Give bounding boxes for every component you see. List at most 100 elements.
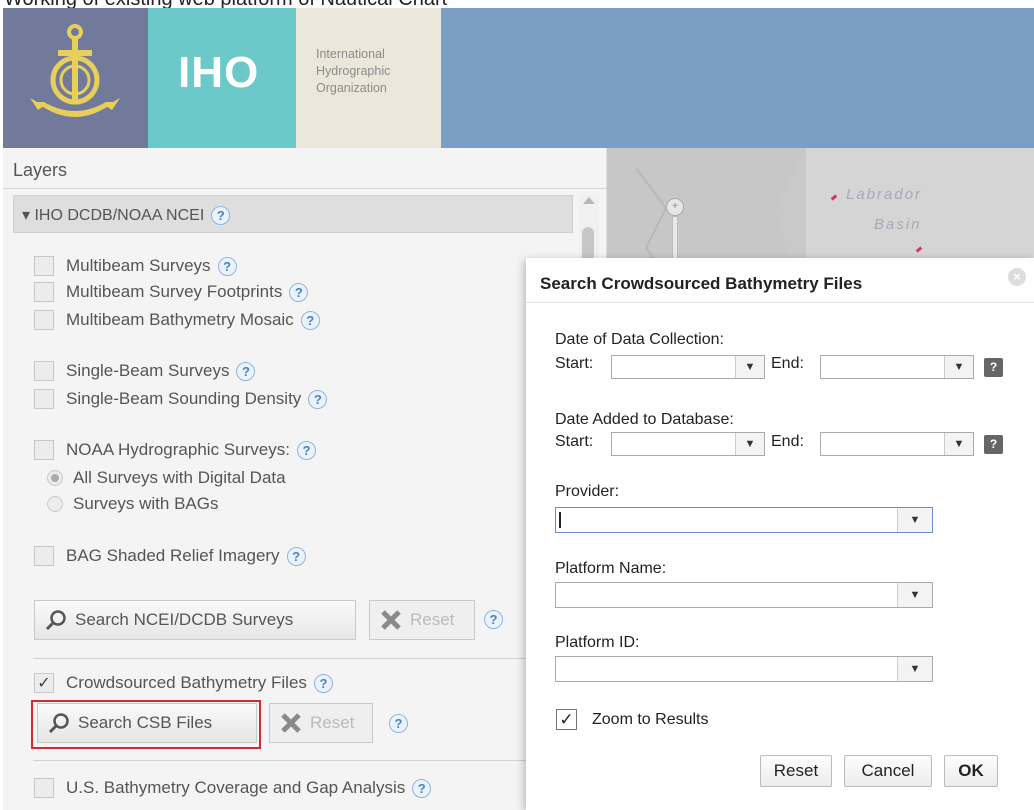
start-label: Start: (555, 355, 594, 372)
zoom-in-icon[interactable]: + (666, 198, 684, 216)
zoom-to-results-label: Zoom to Results (592, 711, 709, 728)
layer-label: Single-Beam Surveys (66, 361, 230, 380)
question-icon[interactable]: ? (984, 435, 1003, 454)
layer-row: BAG Shaded Relief Imagery ? (34, 546, 306, 566)
help-icon[interactable]: ? (300, 310, 320, 330)
date-collection-label: Date of Data Collection: (555, 331, 724, 348)
x-icon (380, 609, 402, 631)
map-track-marker (830, 194, 838, 201)
button-label: Reset (310, 713, 355, 732)
radio-surveys-bags[interactable] (47, 496, 63, 512)
divider (3, 188, 606, 189)
scroll-up-icon[interactable] (583, 197, 595, 204)
layer-row: Multibeam Bathymetry Mosaic ? (34, 310, 320, 330)
cancel-button[interactable]: Cancel (844, 755, 932, 787)
layer-label: NOAA Hydrographic Surveys: (66, 440, 290, 459)
help-icon[interactable]: ? (236, 361, 256, 381)
crowdsourced-checkbox[interactable]: ✓ (34, 673, 54, 693)
platform-id-label: Platform ID: (555, 634, 640, 651)
collection-start-date[interactable]: ▼ (611, 355, 765, 379)
provider-label: Provider: (555, 483, 620, 500)
x-icon (280, 712, 302, 734)
dialog-title: Search Crowdsourced Bathymetry Files (540, 274, 863, 293)
divider (33, 658, 573, 659)
layer-checkbox[interactable] (34, 256, 54, 276)
layer-label: Multibeam Surveys (66, 256, 211, 275)
search-csb-dialog: Search Crowdsourced Bathymetry Files × D… (526, 258, 1034, 810)
layer-label: Crowdsourced Bathymetry Files (66, 673, 307, 692)
help-icon[interactable]: ? (484, 610, 503, 629)
iho-brand: IHO (148, 8, 296, 148)
panel-title: Layers (13, 160, 68, 180)
help-icon[interactable]: ? (389, 714, 408, 733)
help-icon[interactable]: ? (211, 206, 231, 225)
platform-name-select[interactable]: ▼ (555, 582, 933, 608)
layer-checkbox[interactable] (34, 282, 54, 302)
ok-button[interactable]: OK (944, 755, 998, 787)
help-icon[interactable]: ? (308, 389, 328, 409)
help-wrap: ? (382, 714, 408, 733)
site-header: IHO International Hydrographic Organizat… (3, 8, 1034, 148)
collection-end-date[interactable]: ▼ (820, 355, 974, 379)
help-icon[interactable]: ? (313, 673, 333, 693)
dropdown-arrow-icon[interactable]: ▼ (735, 356, 764, 378)
platform-name-label: Platform Name: (555, 560, 667, 577)
start-label: Start: (555, 433, 594, 450)
layer-row: Multibeam Survey Footprints ? (34, 282, 309, 302)
org-name-line: Organization (316, 81, 387, 95)
layer-row: NOAA Hydrographic Surveys: ? (34, 440, 316, 460)
provider-select[interactable]: ▼ (555, 507, 933, 533)
date-added-label: Date Added to Database: (555, 411, 734, 428)
button-label: Reset (410, 610, 455, 629)
org-name-line: International (316, 47, 385, 61)
help-icon[interactable]: ? (412, 778, 432, 798)
divider (526, 302, 1034, 303)
map-label: Labrador (846, 186, 923, 203)
reset-button[interactable]: Reset (760, 755, 832, 787)
reset-ncei-button[interactable]: Reset (369, 600, 475, 640)
layer-checkbox[interactable] (34, 546, 54, 566)
zoom-to-results-checkbox[interactable]: ✓ (556, 709, 577, 730)
magnifier-icon (45, 609, 67, 631)
dropdown-arrow-icon[interactable]: ▼ (897, 657, 932, 681)
layer-checkbox[interactable] (34, 778, 54, 798)
group-title-text: ▾ IHO DCDB/NOAA NCEI (22, 207, 205, 224)
dropdown-arrow-icon[interactable]: ▼ (897, 583, 932, 607)
iho-logo[interactable] (3, 8, 148, 148)
dropdown-arrow-icon[interactable]: ▼ (897, 508, 932, 532)
group-title: ▾ IHO DCDB/NOAA NCEI? (22, 205, 231, 225)
layer-label: BAG Shaded Relief Imagery (66, 546, 280, 565)
layer-label: U.S. Bathymetry Coverage and Gap Analysi… (66, 778, 406, 797)
layer-row: Single-Beam Sounding Density ? (34, 389, 328, 409)
anchor-emblem-icon (30, 24, 120, 117)
dropdown-arrow-icon[interactable]: ▼ (944, 433, 973, 455)
layer-row: Single-Beam Surveys ? (34, 361, 256, 381)
layer-group-header[interactable]: ▾ IHO DCDB/NOAA NCEI? (13, 195, 573, 233)
divider (33, 760, 573, 761)
org-name: International Hydrographic Organization (316, 46, 390, 97)
reset-csb-button[interactable]: Reset (269, 703, 373, 743)
platform-id-select[interactable]: ▼ (555, 656, 933, 682)
end-label: End: (771, 355, 804, 372)
help-icon[interactable]: ? (289, 282, 309, 302)
annotation-highlight (31, 700, 261, 749)
layer-label: Single-Beam Sounding Density (66, 389, 302, 408)
help-icon[interactable]: ? (217, 256, 237, 276)
org-name-line: Hydrographic (316, 64, 391, 78)
layer-row: Multibeam Surveys ? (34, 256, 237, 276)
help-icon[interactable]: ? (286, 546, 306, 566)
layer-checkbox[interactable] (34, 389, 54, 409)
added-end-date[interactable]: ▼ (820, 432, 974, 456)
dropdown-arrow-icon[interactable]: ▼ (735, 433, 764, 455)
added-start-date[interactable]: ▼ (611, 432, 765, 456)
layer-checkbox[interactable] (34, 310, 54, 330)
dropdown-arrow-icon[interactable]: ▼ (944, 356, 973, 378)
close-icon[interactable]: × (1008, 268, 1026, 286)
layer-checkbox[interactable] (34, 361, 54, 381)
search-ncei-button[interactable]: Search NCEI/DCDB Surveys (34, 600, 356, 640)
question-icon[interactable]: ? (984, 358, 1003, 377)
radio-all-surveys[interactable] (47, 470, 63, 486)
layer-checkbox[interactable] (34, 440, 54, 460)
help-wrap: ? (477, 610, 503, 629)
help-icon[interactable]: ? (296, 440, 316, 460)
